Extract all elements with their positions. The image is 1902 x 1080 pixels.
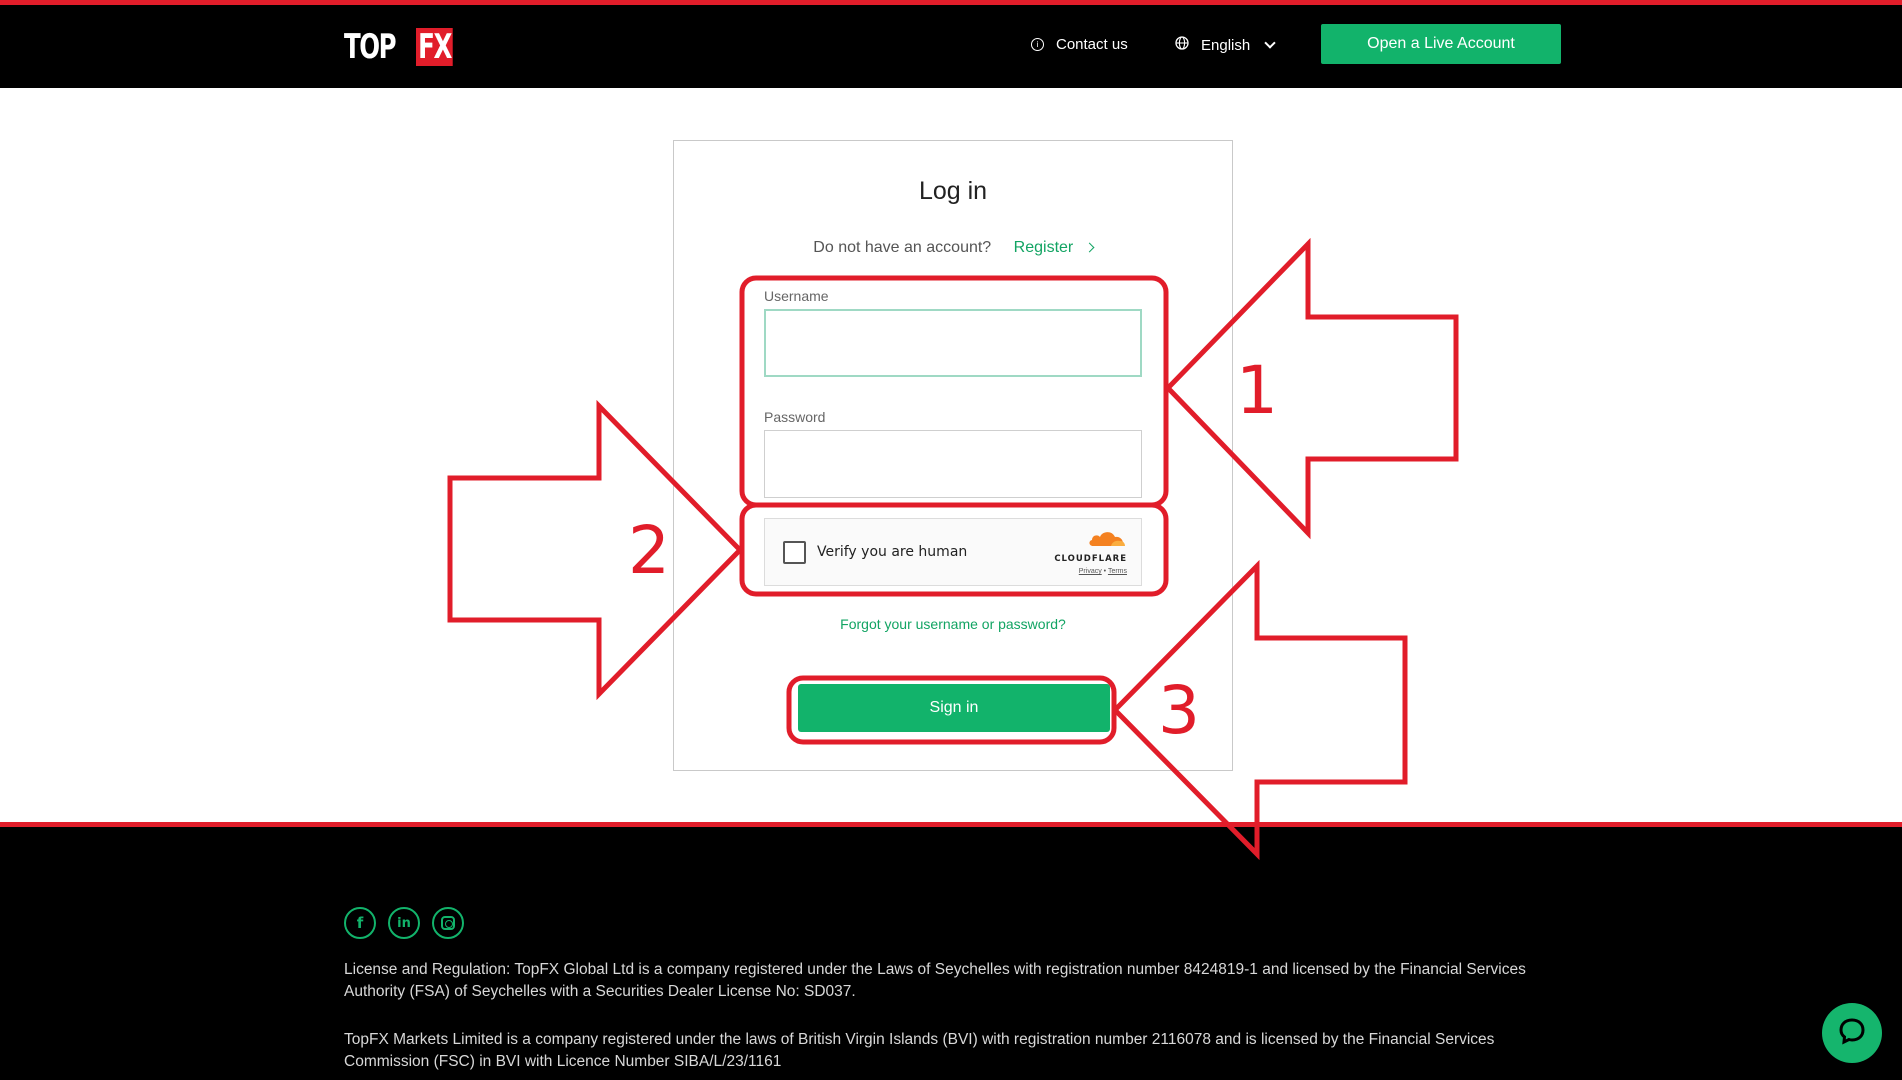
linkedin-icon[interactable]: in — [388, 907, 420, 939]
logo-top-text: TOP — [344, 27, 397, 67]
no-account-text: Do not have an account? — [813, 239, 992, 256]
chevron-down-icon — [1264, 36, 1276, 49]
topfx-logo[interactable]: TOP FX — [344, 27, 467, 67]
legal-text-fsa: License and Regulation: TopFX Global Ltd… — [344, 961, 1526, 1000]
username-input[interactable] — [764, 309, 1142, 377]
sign-in-button[interactable]: Sign in — [798, 684, 1110, 732]
chat-bubble-icon — [1837, 1016, 1867, 1051]
register-row: Do not have an account? Register — [674, 239, 1232, 257]
register-link[interactable]: Register — [1014, 239, 1074, 256]
annotation-number-3: 3 — [1158, 672, 1200, 749]
captcha-checkbox[interactable] — [783, 541, 806, 564]
annotation-number-1: 1 — [1236, 352, 1278, 429]
page-title: Log in — [918, 177, 988, 205]
forgot-password-link[interactable]: Forgot your username or password? — [674, 616, 1232, 632]
globe-icon — [1175, 36, 1189, 54]
password-input[interactable] — [764, 430, 1142, 498]
cloudflare-badge: CLOUDFLARE Privacy • Terms — [1047, 529, 1127, 575]
chevron-right-icon — [1084, 242, 1095, 253]
login-card: Log in Do not have an account? Register … — [673, 140, 1233, 771]
password-label: Password — [764, 409, 826, 425]
captcha-terms-link[interactable]: Terms — [1108, 568, 1127, 575]
language-selector[interactable]: English — [1175, 36, 1276, 54]
chat-widget-button[interactable] — [1822, 1003, 1882, 1063]
username-label: Username — [764, 288, 829, 304]
captcha-label: Verify you are human — [817, 544, 968, 560]
legal-text-fsc: TopFX Markets Limited is a company regis… — [344, 1031, 1495, 1070]
site-header: TOP FX i Contact us English Open a Live … — [0, 0, 1902, 88]
logo-fx-text: FX — [416, 28, 454, 66]
annotation-number-2: 2 — [628, 512, 670, 589]
cloudflare-icon — [1087, 529, 1127, 547]
language-label: English — [1201, 36, 1251, 54]
open-live-account-button[interactable]: Open a Live Account — [1321, 24, 1561, 64]
instagram-icon[interactable] — [432, 907, 464, 939]
captcha-links: Privacy • Terms — [1078, 568, 1127, 575]
captcha-privacy-link[interactable]: Privacy — [1079, 568, 1102, 575]
contact-us-label: Contact us — [1056, 36, 1128, 53]
cloudflare-captcha: Verify you are human CLOUDFLARE Privacy … — [764, 518, 1142, 586]
social-links: f in — [344, 907, 464, 939]
facebook-icon[interactable]: f — [344, 907, 376, 939]
cloudflare-brand: CLOUDFLARE — [1054, 554, 1127, 564]
info-icon: i — [1031, 38, 1044, 51]
site-footer: f in License and Regulation: TopFX Globa… — [0, 822, 1902, 1080]
contact-us-link[interactable]: i Contact us — [1031, 36, 1128, 53]
